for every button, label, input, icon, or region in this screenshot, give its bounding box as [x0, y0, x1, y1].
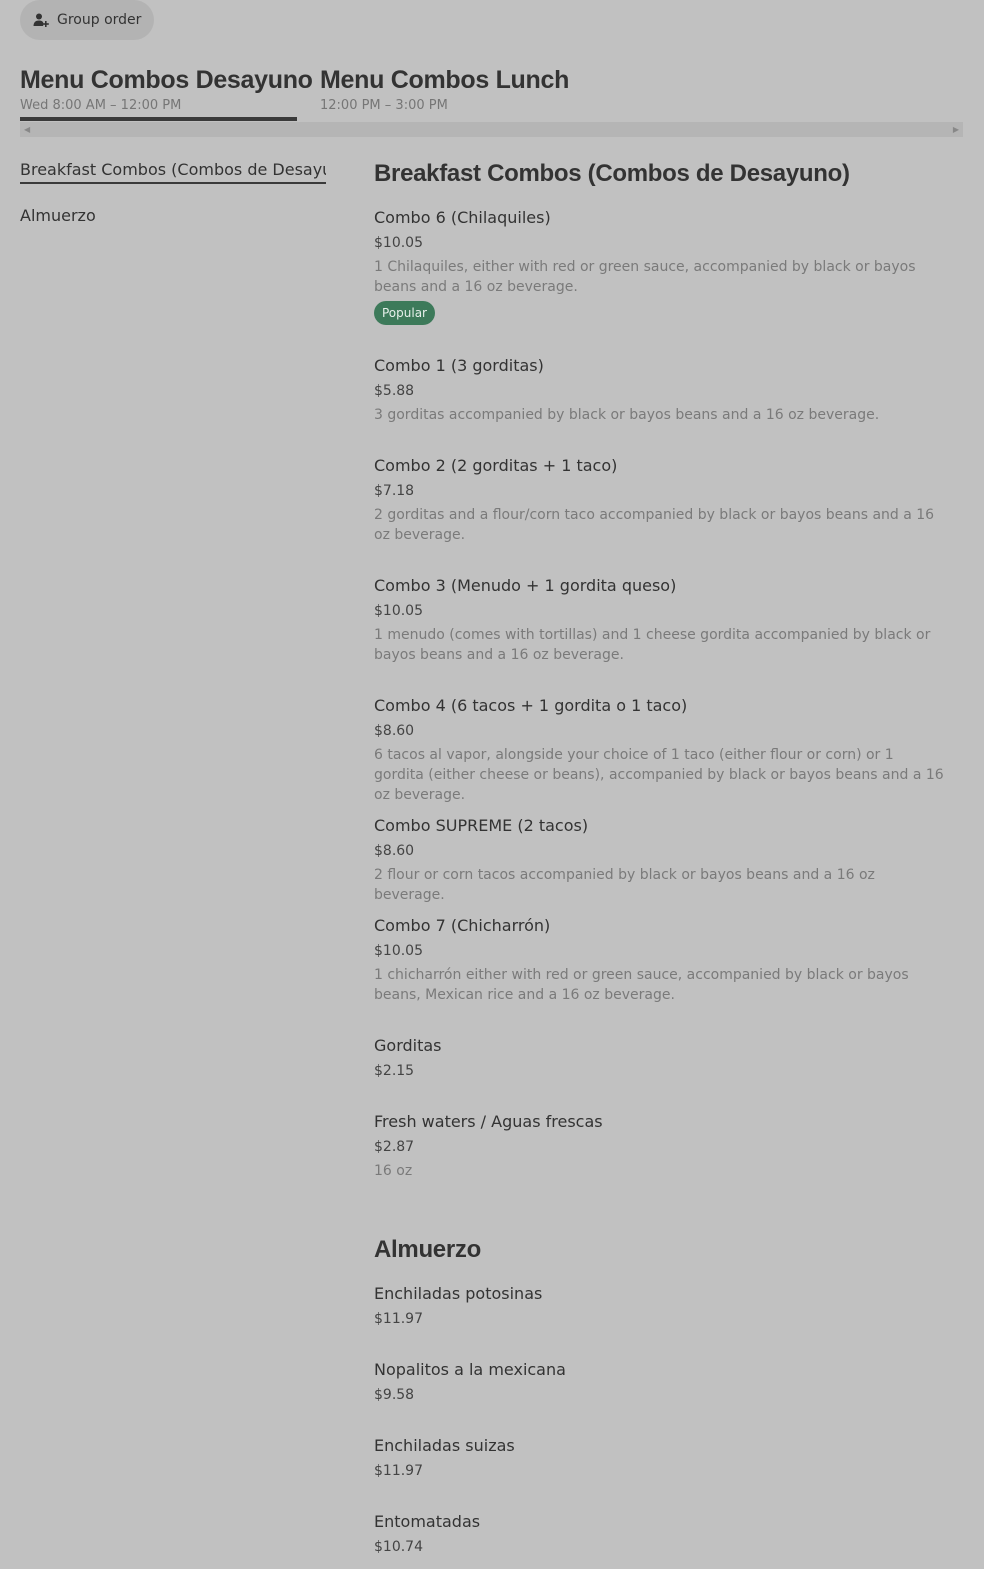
tab-menu-combos-lunch[interactable]: Menu Combos Lunch 12:00 PM – 3:00 PM [320, 64, 569, 113]
store-menu-page: Group order Menu Combos Desayuno Wed 8:0… [0, 0, 984, 1569]
menu-item[interactable]: Nopalitos a la mexicana $9.58 [374, 1360, 944, 1405]
item-name: Combo 3 (Menudo + 1 gordita queso) [374, 576, 677, 595]
item-description: 1 Chilaquiles, either with red or green … [374, 259, 916, 295]
item-description: 16 oz [374, 1163, 413, 1179]
item-price: $5.88 [374, 383, 415, 399]
active-tab-indicator [20, 117, 297, 121]
section-title: Breakfast Combos (Combos de Desayuno) [374, 160, 850, 187]
item-name: Gorditas [374, 1036, 442, 1055]
tab-hours: 12:00 PM – 3:00 PM [320, 98, 448, 113]
menu-item[interactable]: Combo 3 (Menudo + 1 gordita queso) $10.0… [374, 576, 944, 665]
tab-hours: Wed 8:00 AM – 12:00 PM [20, 98, 182, 113]
scroll-right-icon[interactable]: ▶ [953, 125, 959, 134]
item-price: $10.05 [374, 235, 423, 251]
menu-tabs: Menu Combos Desayuno Wed 8:00 AM – 12:00… [20, 64, 963, 138]
item-description: 3 gorditas accompanied by black or bayos… [374, 407, 880, 423]
item-description: 1 chicharrón either with red or green sa… [374, 967, 909, 1003]
sidebar-item-breakfast-combos[interactable]: Breakfast Combos (Combos de Desayuno) [20, 158, 326, 184]
scroll-left-icon[interactable]: ◀ [24, 125, 30, 134]
popular-badge: Popular [374, 301, 435, 325]
item-price: $11.97 [374, 1463, 423, 1479]
item-price: $2.15 [374, 1063, 415, 1079]
item-name: Fresh waters / Aguas frescas [374, 1112, 603, 1131]
item-name: Combo 4 (6 tacos + 1 gordita o 1 taco) [374, 696, 688, 715]
item-description: 6 tacos al vapor, alongside your choice … [374, 747, 944, 803]
item-name: Combo 7 (Chicharrón) [374, 916, 551, 935]
item-price: $2.87 [374, 1139, 415, 1155]
item-price: $8.60 [374, 723, 415, 739]
item-name: Combo 1 (3 gorditas) [374, 356, 544, 375]
item-description: 2 flour or corn tacos accompanied by bla… [374, 867, 875, 903]
tab-menu-combos-desayuno[interactable]: Menu Combos Desayuno Wed 8:00 AM – 12:00… [20, 64, 313, 113]
horizontal-scrollbar[interactable]: ◀ ▶ [20, 122, 963, 137]
menu-item[interactable]: Combo SUPREME (2 tacos) $8.60 2 flour or… [374, 816, 944, 905]
item-price: $11.97 [374, 1311, 423, 1327]
section-title: Almuerzo [374, 1236, 481, 1263]
item-price: $10.74 [374, 1539, 423, 1555]
menu-item[interactable]: Combo 2 (2 gorditas + 1 taco) $7.18 2 go… [374, 456, 944, 545]
item-name: Combo 2 (2 gorditas + 1 taco) [374, 456, 618, 475]
item-name: Combo 6 (Chilaquiles) [374, 208, 551, 227]
item-name: Enchiladas potosinas [374, 1284, 543, 1303]
person-add-icon [33, 12, 49, 28]
menu-item[interactable]: Fresh waters / Aguas frescas $2.87 16 oz [374, 1112, 944, 1181]
item-price: $10.05 [374, 603, 423, 619]
item-description: 1 menudo (comes with tortillas) and 1 ch… [374, 627, 931, 663]
menu-item[interactable]: Enchiladas potosinas $11.97 [374, 1284, 944, 1329]
menu-item[interactable]: Gorditas $2.15 [374, 1036, 944, 1081]
item-price: $7.18 [374, 483, 415, 499]
item-name: Enchiladas suizas [374, 1436, 515, 1455]
menu-item[interactable]: Combo 6 (Chilaquiles) $10.05 1 Chilaquil… [374, 208, 944, 325]
item-price: $9.58 [374, 1387, 415, 1403]
item-name: Combo SUPREME (2 tacos) [374, 816, 589, 835]
item-name: Entomatadas [374, 1512, 481, 1531]
tab-title: Menu Combos Desayuno [20, 66, 313, 94]
menu-item[interactable]: Combo 4 (6 tacos + 1 gordita o 1 taco) $… [374, 696, 944, 805]
menu-item[interactable]: Combo 7 (Chicharrón) $10.05 1 chicharrón… [374, 916, 944, 1005]
item-description: 2 gorditas and a flour/corn taco accompa… [374, 507, 935, 543]
item-name: Nopalitos a la mexicana [374, 1360, 566, 1379]
item-price: $10.05 [374, 943, 423, 959]
sidebar-item-almuerzo[interactable]: Almuerzo [20, 204, 326, 228]
tab-title: Menu Combos Lunch [320, 66, 570, 94]
menu-item[interactable]: Entomatadas $10.74 [374, 1512, 944, 1557]
group-order-button[interactable]: Group order [20, 0, 154, 40]
category-sidebar: Breakfast Combos (Combos de Desayuno) Al… [20, 158, 326, 228]
group-order-label: Group order [57, 12, 142, 28]
item-price: $8.60 [374, 843, 415, 859]
menu-item[interactable]: Enchiladas suizas $11.97 [374, 1436, 944, 1481]
menu-item[interactable]: Combo 1 (3 gorditas) $5.88 3 gorditas ac… [374, 356, 944, 425]
